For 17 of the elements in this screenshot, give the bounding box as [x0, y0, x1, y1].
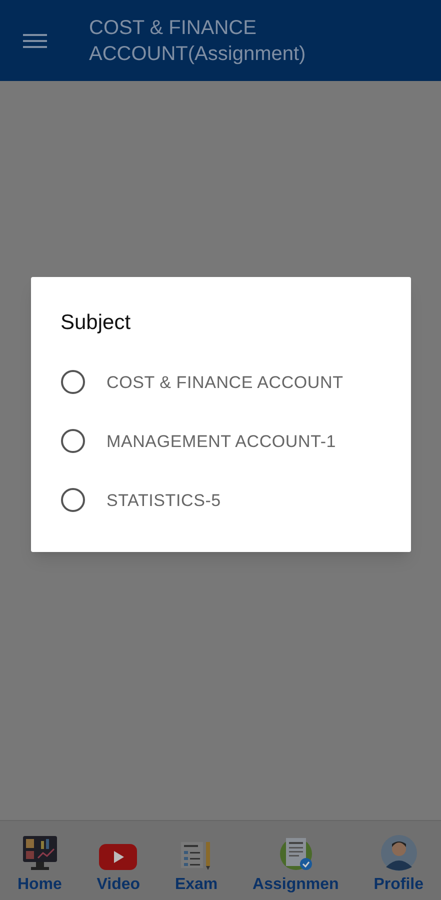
option-label[interactable]: STATISTICS-5: [106, 488, 221, 513]
nav-tab[interactable]: Assignmen: [252, 828, 339, 894]
dialog-title: Subject: [60, 310, 132, 336]
option-label[interactable]: MANAGEMENT ACCOUNT-1: [106, 428, 336, 454]
nav-tab[interactable]: Home: [17, 828, 62, 894]
play-icon: [98, 842, 138, 872]
screen-title: COST & FINANCE ACCOUNT(Assignment): [89, 16, 307, 66]
radio-button[interactable]: [60, 429, 84, 454]
radio-button[interactable]: [60, 370, 84, 394]
avatar-icon: [380, 834, 418, 872]
nav-tab[interactable]: Video: [96, 828, 140, 894]
menu-icon[interactable]: [23, 32, 47, 48]
nav-tab[interactable]: Profile: [374, 828, 424, 894]
option-label[interactable]: COST & FINANCE ACCOUNT: [106, 370, 344, 395]
monitor-icon: [20, 834, 59, 872]
nav-tab[interactable]: Exam: [174, 828, 218, 894]
radio-button[interactable]: [60, 488, 84, 512]
